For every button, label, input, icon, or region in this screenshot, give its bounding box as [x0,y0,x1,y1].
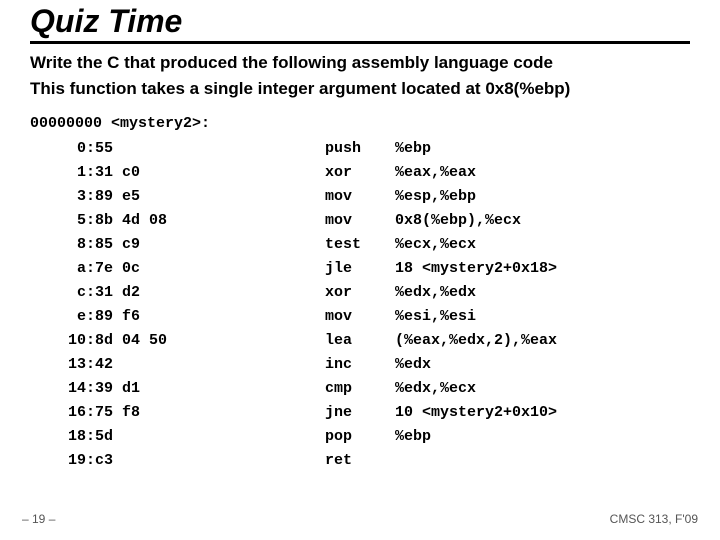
asm-hex: 5d [95,425,325,449]
asm-mnem: pop [325,425,395,449]
asm-row: 14: 39 d1 cmp %edx,%ecx [40,377,557,401]
asm-addr: 10: [40,329,95,353]
asm-row: 8: 85 c9 test %ecx,%ecx [40,233,557,257]
asm-oper: (%eax,%edx,2),%eax [395,329,557,353]
asm-hex: c3 [95,449,325,473]
asm-row: 0: 55 push %ebp [40,137,557,161]
asm-addr: 13: [40,353,95,377]
asm-row: 5: 8b 4d 08 mov 0x8(%ebp),%ecx [40,209,557,233]
footer-right: CMSC 313, F'09 [610,512,698,526]
asm-oper: 10 <mystery2+0x10> [395,401,557,425]
asm-oper: 0x8(%ebp),%ecx [395,209,557,233]
asm-oper: %edx [395,353,557,377]
asm-mnem: mov [325,305,395,329]
asm-row: 16: 75 f8 jne 10 <mystery2+0x10> [40,401,557,425]
subtitle-line-1: Write the C that produced the following … [30,50,690,76]
asm-row: 18: 5d pop %ebp [40,425,557,449]
asm-hex: 75 f8 [95,401,325,425]
asm-addr: 1: [40,161,95,185]
asm-row: 3: 89 e5 mov %esp,%ebp [40,185,557,209]
asm-oper: %eax,%eax [395,161,557,185]
asm-hex: 42 [95,353,325,377]
asm-addr: 0: [40,137,95,161]
asm-oper: %edx,%edx [395,281,557,305]
asm-hex: 8b 4d 08 [95,209,325,233]
assembly-tbody: 0: 55 push %ebp 1: 31 c0 xor %eax,%eax 3… [40,137,557,473]
asm-mnem: jle [325,257,395,281]
asm-mnem: jne [325,401,395,425]
asm-mnem: lea [325,329,395,353]
subtitle-line-2: This function takes a single integer arg… [30,76,690,102]
asm-row: 10: 8d 04 50 lea (%eax,%edx,2),%eax [40,329,557,353]
assembly-table: 0: 55 push %ebp 1: 31 c0 xor %eax,%eax 3… [40,137,557,473]
asm-mnem: test [325,233,395,257]
asm-hex: 31 d2 [95,281,325,305]
asm-oper: %esp,%ebp [395,185,557,209]
asm-addr: 14: [40,377,95,401]
slide-title: Quiz Time [30,4,690,44]
asm-addr: 8: [40,233,95,257]
asm-oper: %edx,%ecx [395,377,557,401]
asm-row: 1: 31 c0 xor %eax,%eax [40,161,557,185]
asm-hex: 7e 0c [95,257,325,281]
asm-row: 19: c3 ret [40,449,557,473]
asm-row: a: 7e 0c jle 18 <mystery2+0x18> [40,257,557,281]
disasm-header: 00000000 <mystery2>: [30,115,690,132]
footer-left: – 19 – [22,512,55,526]
asm-mnem: cmp [325,377,395,401]
asm-mnem: push [325,137,395,161]
asm-oper: %ebp [395,425,557,449]
asm-oper: 18 <mystery2+0x18> [395,257,557,281]
asm-mnem: ret [325,449,395,473]
asm-addr: 16: [40,401,95,425]
asm-addr: a: [40,257,95,281]
asm-mnem: inc [325,353,395,377]
asm-mnem: xor [325,281,395,305]
asm-row: c: 31 d2 xor %edx,%edx [40,281,557,305]
asm-mnem: xor [325,161,395,185]
asm-oper: %ebp [395,137,557,161]
asm-hex: 89 e5 [95,185,325,209]
asm-mnem: mov [325,209,395,233]
asm-hex: 89 f6 [95,305,325,329]
asm-hex: 31 c0 [95,161,325,185]
asm-addr: 5: [40,209,95,233]
asm-addr: 18: [40,425,95,449]
asm-oper: %ecx,%ecx [395,233,557,257]
asm-addr: c: [40,281,95,305]
asm-addr: 3: [40,185,95,209]
asm-hex: 8d 04 50 [95,329,325,353]
slide: Quiz Time Write the C that produced the … [0,0,720,540]
asm-row: 13: 42 inc %edx [40,353,557,377]
asm-hex: 85 c9 [95,233,325,257]
asm-row: e: 89 f6 mov %esi,%esi [40,305,557,329]
asm-oper: %esi,%esi [395,305,557,329]
asm-mnem: mov [325,185,395,209]
asm-addr: e: [40,305,95,329]
asm-hex: 55 [95,137,325,161]
asm-oper [395,449,557,473]
slide-subtitle: Write the C that produced the following … [30,50,690,101]
asm-addr: 19: [40,449,95,473]
asm-hex: 39 d1 [95,377,325,401]
